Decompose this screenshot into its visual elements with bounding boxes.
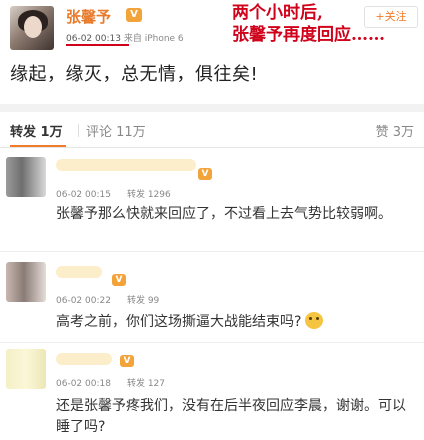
tab-separator bbox=[78, 124, 79, 137]
comment-text: 张馨予那么快就来回应了，不过看上去气势比较弱啊。 bbox=[56, 206, 392, 222]
repost-count: 转发 99 bbox=[126, 296, 160, 306]
commenter-name-blurred[interactable] bbox=[56, 159, 196, 171]
post-text: 缘起，缘灭，总无情，俱往矣! bbox=[10, 64, 259, 85]
smiley-emoji-icon bbox=[305, 312, 324, 329]
list-item: V 06-02 00:22 转发 99 高考之前，你们这场撕逼大战能结束吗? bbox=[0, 252, 424, 342]
post-time: 06-02 00:13 bbox=[66, 34, 121, 44]
repost-count: 转发 1296 bbox=[126, 190, 171, 200]
follow-button[interactable]: +关注 bbox=[364, 6, 418, 28]
comment-time: 06-02 00:22 bbox=[56, 296, 111, 306]
action-tabs: 转发 1万 评论 11万 赞 3万 bbox=[0, 112, 424, 148]
avatar[interactable] bbox=[6, 157, 46, 197]
section-divider bbox=[0, 104, 424, 112]
verified-badge-icon: V bbox=[120, 355, 134, 367]
tab-like[interactable]: 赞 3万 bbox=[376, 121, 414, 140]
time-underline-annotation bbox=[66, 44, 129, 46]
verified-badge-icon: V bbox=[126, 8, 142, 22]
comment-text: 还是张馨予疼我们，没有在后半夜回应李晨，谢谢。可以睡了吗? bbox=[56, 398, 406, 435]
author-name[interactable]: 张馨予 bbox=[66, 6, 111, 27]
repost-count: 转发 127 bbox=[126, 379, 165, 389]
post-header: 张馨予 V 06-02 00:13 来自 iPhone 6 两个小时后, 张馨予… bbox=[0, 0, 424, 52]
comment-meta: 06-02 00:22 转发 99 bbox=[56, 293, 159, 306]
avatar[interactable] bbox=[6, 262, 46, 302]
comment-time: 06-02 00:15 bbox=[56, 190, 111, 200]
list-item: V 06-02 00:18 转发 127 还是张馨予疼我们，没有在后半夜回应李晨，… bbox=[0, 343, 424, 440]
editor-annotation: 两个小时后, 张馨予再度回应…… bbox=[232, 2, 385, 46]
commenter-name-blurred[interactable] bbox=[56, 353, 112, 365]
comment-time: 06-02 00:18 bbox=[56, 379, 111, 389]
author-avatar[interactable] bbox=[10, 6, 54, 50]
comment-text: 高考之前，你们这场撕逼大战能结束吗? bbox=[56, 312, 412, 333]
comment-meta: 06-02 00:18 转发 127 bbox=[56, 376, 165, 389]
commenter-name-blurred[interactable] bbox=[56, 266, 102, 278]
verified-badge-icon: V bbox=[198, 168, 212, 180]
avatar[interactable] bbox=[6, 349, 46, 389]
post-meta: 06-02 00:13 来自 iPhone 6 bbox=[66, 31, 184, 44]
tab-repost[interactable]: 转发 1万 bbox=[10, 121, 63, 140]
annotation-line-1: 两个小时后, bbox=[232, 3, 323, 23]
verified-badge-icon: V bbox=[112, 274, 126, 286]
comment-text-content: 高考之前，你们这场撕逼大战能结束吗? bbox=[56, 314, 302, 330]
annotation-line-2: 张馨予再度回应…… bbox=[232, 25, 385, 45]
tab-comment[interactable]: 评论 11万 bbox=[86, 121, 146, 140]
comment-meta: 06-02 00:15 转发 1296 bbox=[56, 187, 171, 200]
post-source: 来自 iPhone 6 bbox=[123, 34, 184, 44]
list-item: V 06-02 00:15 转发 1296 张馨予那么快就来回应了，不过看上去气势… bbox=[0, 149, 424, 251]
tab-active-indicator bbox=[10, 145, 66, 147]
